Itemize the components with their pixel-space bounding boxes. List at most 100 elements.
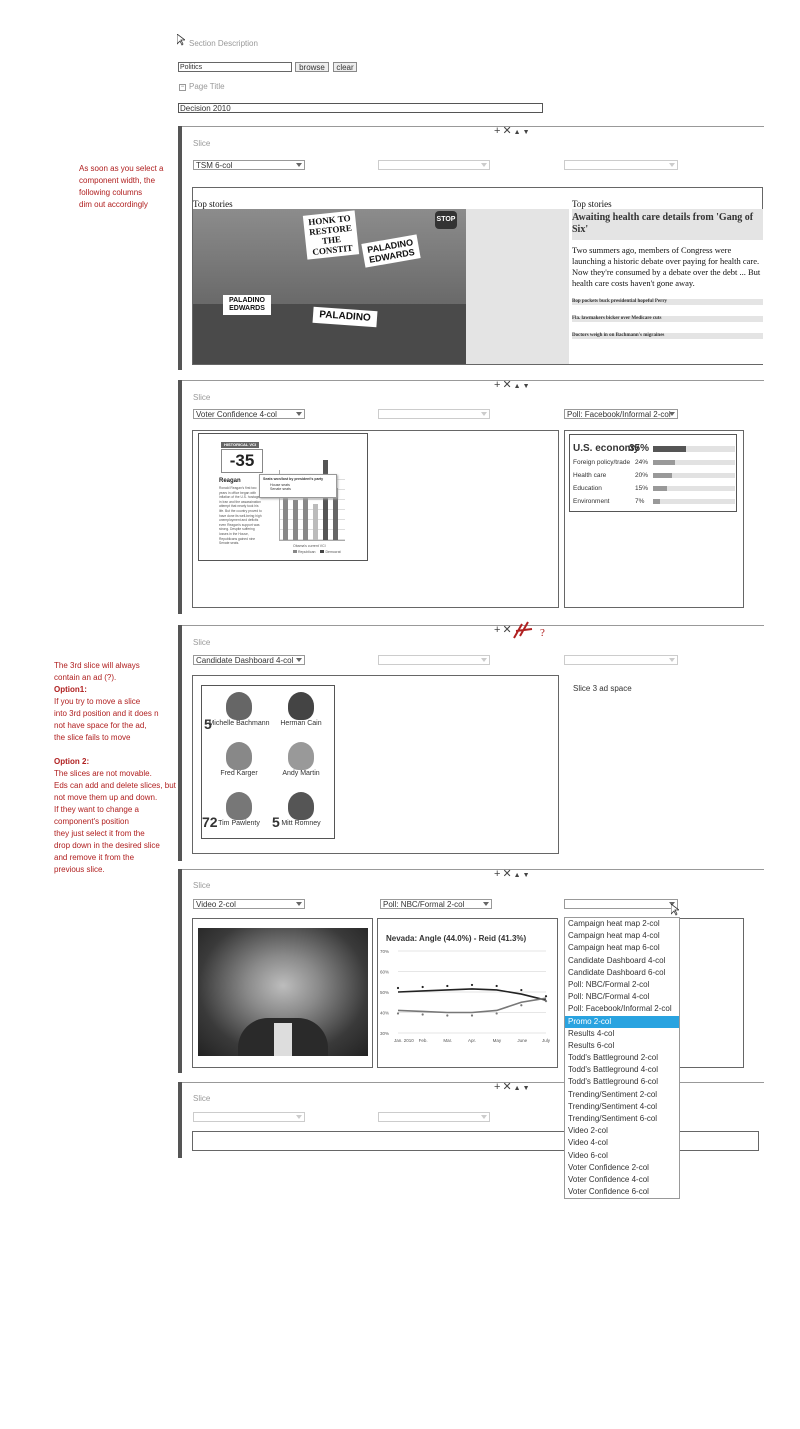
candidate-photo [288, 692, 314, 720]
poll-row-bar [653, 460, 676, 465]
move-down-icon[interactable]: ▼ [523, 383, 532, 390]
vci-current-label: Obama's current VCI [293, 544, 326, 548]
slice-bar [178, 126, 182, 370]
dropdown-option[interactable]: Campaign heat map 6-col [565, 942, 679, 954]
slice3-col3-select[interactable] [564, 655, 678, 665]
data-point [544, 1000, 548, 1003]
delete-slice-icon[interactable]: ✕ [502, 125, 513, 137]
protest-photo[interactable]: HONK TO RESTORE THE CONSTIT PALADINO EDW… [193, 209, 466, 364]
poll-row-track [653, 446, 735, 452]
delete-slice-icon[interactable]: ✕ [502, 1081, 513, 1093]
y-tick-label: 40% [380, 1011, 389, 1016]
slice-divider [182, 126, 764, 127]
note-line: component width, the [79, 176, 156, 185]
move-up-icon[interactable]: ▲ [514, 1085, 523, 1092]
chart-title: Nevada: Angle (44.0%) - Reid (41.3%) [386, 934, 527, 943]
move-up-icon[interactable]: ▲ [514, 383, 523, 390]
vci-widget: HISTORICAL VCI -35 Reagan Ronald Reagan'… [198, 433, 368, 561]
dropdown-option[interactable]: Poll: NBC/Formal 2-col [565, 979, 679, 991]
slice1-col1-select[interactable]: TSM 6-col [193, 160, 305, 170]
candidate-card[interactable]: Fred Karger [208, 742, 270, 777]
candidate-card[interactable]: Michelle Bachmann [208, 692, 270, 727]
dropdown-option[interactable]: Promo 2-col [565, 1015, 679, 1028]
poll-row-bar [653, 486, 668, 491]
dropdown-option[interactable]: Todd's Battleground 6-col [565, 1076, 679, 1088]
dropdown-option[interactable]: Poll: NBC/Formal 4-col [565, 991, 679, 1003]
slice2-col3-select[interactable]: Poll: Facebook/Informal 2-col [564, 409, 678, 419]
dropdown-option[interactable]: Voter Confidence 4-col [565, 1174, 679, 1186]
y-tick-label: 50% [380, 990, 389, 995]
clear-button[interactable]: clear [333, 62, 357, 72]
slice1-col2-select[interactable] [378, 160, 490, 170]
slice4-col3-select[interactable] [564, 899, 678, 909]
move-down-icon[interactable]: ▼ [523, 1085, 532, 1092]
x-tick-label: June [517, 1038, 527, 1043]
delete-slice-icon[interactable]: ✕ [502, 379, 513, 391]
slice-divider [182, 625, 764, 626]
note-line: drop down in the desired slice [54, 841, 160, 850]
note-line: dim out accordingly [79, 200, 148, 209]
candidate-name: Fred Karger [220, 770, 258, 777]
dropdown-option[interactable]: Campaign heat map 4-col [565, 930, 679, 942]
slice2-col2-select[interactable] [378, 409, 490, 419]
story-headline[interactable]: Awaiting health care details from 'Gang … [572, 209, 763, 240]
dropdown-option[interactable]: Trending/Sentiment 2-col [565, 1089, 679, 1101]
candidate-card[interactable]: Herman Cain [270, 692, 332, 727]
chevron-down-icon [483, 902, 489, 906]
slice4-col1-select[interactable]: Video 2-col [193, 899, 305, 909]
dropdown-option[interactable]: Candidate Dashboard 6-col [565, 967, 679, 979]
dropdown-option[interactable]: Trending/Sentiment 6-col [565, 1113, 679, 1125]
collapse-icon[interactable]: − [179, 84, 186, 91]
slice-label: Slice [193, 1094, 211, 1103]
slice-controls: +✕▲▼ [494, 867, 532, 880]
delete-slice-icon[interactable]: ✕ [502, 868, 513, 880]
x-tick-label: Jan. 2010 [394, 1038, 414, 1043]
chevron-down-icon [296, 163, 302, 167]
select-value: Voter Confidence 4-col [196, 410, 277, 419]
dropdown-option[interactable]: Campaign heat map 2-col [565, 918, 679, 930]
mouse-cursor-icon [670, 903, 681, 921]
dropdown-option[interactable]: Results 4-col [565, 1028, 679, 1040]
dropdown-option[interactable]: Voter Confidence 2-col [565, 1162, 679, 1174]
option1-title: Option1: [54, 685, 87, 694]
move-down-icon[interactable]: ▼ [523, 872, 532, 879]
slice-bar [178, 869, 182, 1073]
candidate-number: 5 [272, 814, 280, 830]
data-point [520, 988, 523, 992]
move-up-icon[interactable]: ▲ [514, 129, 523, 136]
slice4-col2-select[interactable]: Poll: NBC/Formal 2-col [380, 899, 492, 909]
slice2-col1-select[interactable]: Voter Confidence 4-col [193, 409, 305, 419]
move-up-icon[interactable]: ▲ [514, 872, 523, 879]
page-title-label: Page Title [189, 82, 225, 91]
slice5-col1-select[interactable] [193, 1112, 305, 1122]
section-input[interactable]: Politics [178, 62, 292, 72]
story-link[interactable]: Bop pockets buck presidential hopeful Pe… [572, 299, 763, 305]
data-point [421, 985, 424, 989]
candidate-widget: Michelle Bachmann 5 Herman Cain Fred Kar… [201, 685, 335, 839]
dropdown-option[interactable]: Todd's Battleground 4-col [565, 1064, 679, 1076]
browse-button[interactable]: browse [295, 62, 329, 72]
slice5-col2-select[interactable] [378, 1112, 490, 1122]
story-link[interactable]: Fla. lawmakers bicker over Medicare cuts [572, 316, 763, 322]
slice1-col3-select[interactable] [564, 160, 678, 170]
vci-president-name: Reagan [219, 478, 241, 484]
video-player[interactable] [198, 928, 368, 1056]
slice3-col2-select[interactable] [378, 655, 490, 665]
story-link[interactable]: Doctors weigh in on Bachmann's migraines [572, 333, 763, 339]
dropdown-option[interactable]: Trending/Sentiment 4-col [565, 1101, 679, 1113]
page-title-input[interactable]: Decision 2010 [178, 103, 543, 113]
dropdown-option[interactable]: Candidate Dashboard 4-col [565, 955, 679, 967]
component-dropdown-list[interactable]: Campaign heat map 2-col Campaign heat map… [564, 917, 680, 1200]
candidate-card[interactable]: Andy Martin [270, 742, 332, 777]
dropdown-option[interactable]: Video 6-col [565, 1150, 679, 1162]
dropdown-option[interactable]: Video 4-col [565, 1137, 679, 1149]
dropdown-option[interactable]: Poll: Facebook/Informal 2-col [565, 1003, 679, 1015]
slice3-col1-select[interactable]: Candidate Dashboard 4-col [193, 655, 305, 665]
dropdown-option[interactable]: Results 6-col [565, 1040, 679, 1052]
move-down-icon[interactable]: ▼ [523, 129, 532, 136]
slice-divider [182, 869, 764, 870]
dropdown-option[interactable]: Video 2-col [565, 1125, 679, 1137]
dropdown-option[interactable]: Todd's Battleground 2-col [565, 1052, 679, 1064]
chevron-down-icon [481, 163, 487, 167]
dropdown-option[interactable]: Voter Confidence 6-col [565, 1186, 679, 1198]
